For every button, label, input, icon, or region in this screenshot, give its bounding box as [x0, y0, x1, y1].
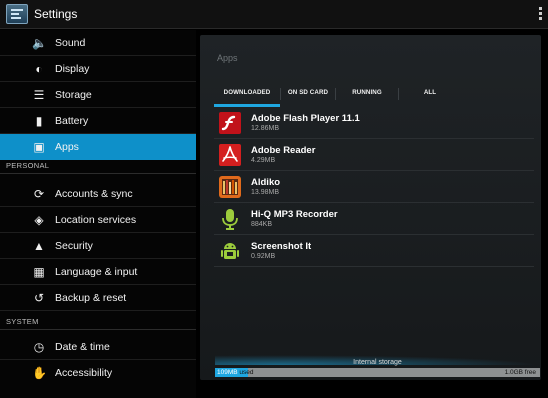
- apps-icon: ▣: [33, 140, 45, 154]
- backup-icon: ↺: [33, 291, 45, 305]
- storage-free-label: 1.0GB free: [504, 369, 536, 376]
- sidebar-item-label: Sound: [55, 37, 86, 49]
- microphone-icon: [222, 209, 238, 230]
- display-icon: ◐: [35, 62, 43, 76]
- sound-icon: 🔈: [32, 36, 47, 50]
- tab-downloaded[interactable]: DOWNLOADED: [214, 81, 280, 107]
- app-name: Adobe Reader: [251, 145, 316, 156]
- sidebar-item-security[interactable]: ▲ Security: [0, 233, 196, 259]
- list-item[interactable]: Screenshot It 0.92MB: [214, 235, 534, 267]
- tab-on-sd-card[interactable]: ON SD CARD: [281, 81, 335, 107]
- sidebar-item-backup-reset[interactable]: ↺ Backup & reset: [0, 285, 196, 311]
- action-bar: Settings: [0, 0, 548, 29]
- app-size: 884KB: [251, 221, 273, 228]
- app-size: 13.98MB: [251, 189, 280, 196]
- app-size: 12.86MB: [251, 125, 280, 132]
- app-size: 4.29MB: [251, 157, 276, 164]
- page-title: Settings: [34, 7, 78, 21]
- section-header-personal: PERSONAL: [0, 160, 196, 174]
- keyboard-icon: ▦: [33, 265, 45, 279]
- lock-icon: ▲: [33, 239, 45, 253]
- storage-meter: Internal storage 109MB used 1.0GB free: [215, 355, 540, 377]
- sidebar-item-storage[interactable]: ☰ Storage: [0, 82, 196, 108]
- adobe-reader-icon: [219, 144, 241, 166]
- app-size: 0.92MB: [251, 253, 276, 260]
- list-item[interactable]: Aldiko 13.98MB: [214, 171, 534, 203]
- flash-player-icon: [219, 112, 241, 134]
- sidebar-item-accessibility[interactable]: ✋ Accessibility: [0, 360, 196, 386]
- sidebar-item-label: Apps: [55, 141, 79, 153]
- sidebar-item-label: Accessibility: [55, 367, 113, 379]
- sidebar-item-apps[interactable]: ▣ Apps: [0, 134, 196, 160]
- list-item[interactable]: Adobe Flash Player 11.1 12.86MB: [214, 107, 534, 139]
- storage-caption: Internal storage: [353, 359, 402, 366]
- android-robot-icon: [221, 243, 239, 259]
- panel-title: Apps: [217, 53, 238, 63]
- app-name: Hi-Q MP3 Recorder: [251, 209, 338, 220]
- tab-all[interactable]: ALL: [399, 81, 461, 107]
- app-name: Adobe Flash Player 11.1: [251, 113, 360, 124]
- apps-panel: Apps DOWNLOADED ON SD CARD RUNNING ALL A…: [200, 35, 541, 380]
- tab-running[interactable]: RUNNING: [336, 81, 398, 107]
- settings-sidebar: 🔈 Sound ◐ Display ☰ Storage ▮ Battery ▣ …: [0, 30, 196, 398]
- sidebar-item-label: Display: [55, 63, 90, 75]
- aldiko-icon: [219, 176, 241, 198]
- storage-used-label: 109MB used: [217, 369, 254, 376]
- location-icon: ◈: [34, 213, 44, 227]
- overflow-menu-icon[interactable]: [539, 7, 542, 22]
- sidebar-item-label: Backup & reset: [55, 292, 127, 304]
- section-header-system: SYSTEM: [0, 316, 196, 330]
- app-name: Screenshot It: [251, 241, 312, 252]
- sidebar-item-location-services[interactable]: ◈ Location services: [0, 207, 196, 233]
- settings-icon[interactable]: [6, 4, 28, 24]
- app-name: Aldiko: [251, 177, 281, 188]
- sidebar-item-label: Accounts & sync: [55, 188, 133, 200]
- clock-icon: ◷: [33, 340, 45, 354]
- sidebar-item-label: Date & time: [55, 341, 110, 353]
- apps-tabs: DOWNLOADED ON SD CARD RUNNING ALL: [214, 81, 534, 107]
- sidebar-item-sound[interactable]: 🔈 Sound: [0, 30, 196, 56]
- sidebar-item-label: Battery: [55, 115, 89, 127]
- sidebar-item-label: Location services: [55, 214, 137, 226]
- list-item[interactable]: Hi-Q MP3 Recorder 884KB: [214, 203, 534, 235]
- storage-icon: ☰: [33, 88, 45, 102]
- sidebar-item-accounts-sync[interactable]: ⟳ Accounts & sync: [0, 181, 196, 207]
- sidebar-item-label: Storage: [55, 89, 92, 101]
- sidebar-item-battery[interactable]: ▮ Battery: [0, 108, 196, 134]
- sidebar-item-display[interactable]: ◐ Display: [0, 56, 196, 82]
- sync-icon: ⟳: [33, 187, 45, 201]
- sidebar-item-date-time[interactable]: ◷ Date & time: [0, 334, 196, 360]
- list-item[interactable]: Adobe Reader 4.29MB: [214, 139, 534, 171]
- sidebar-item-language-input[interactable]: ▦ Language & input: [0, 259, 196, 285]
- sidebar-item-label: Security: [55, 240, 93, 252]
- battery-icon: ▮: [35, 114, 43, 128]
- hand-icon: ✋: [32, 366, 47, 380]
- storage-bar: 109MB used 1.0GB free: [215, 368, 540, 377]
- sidebar-item-label: Language & input: [55, 266, 138, 278]
